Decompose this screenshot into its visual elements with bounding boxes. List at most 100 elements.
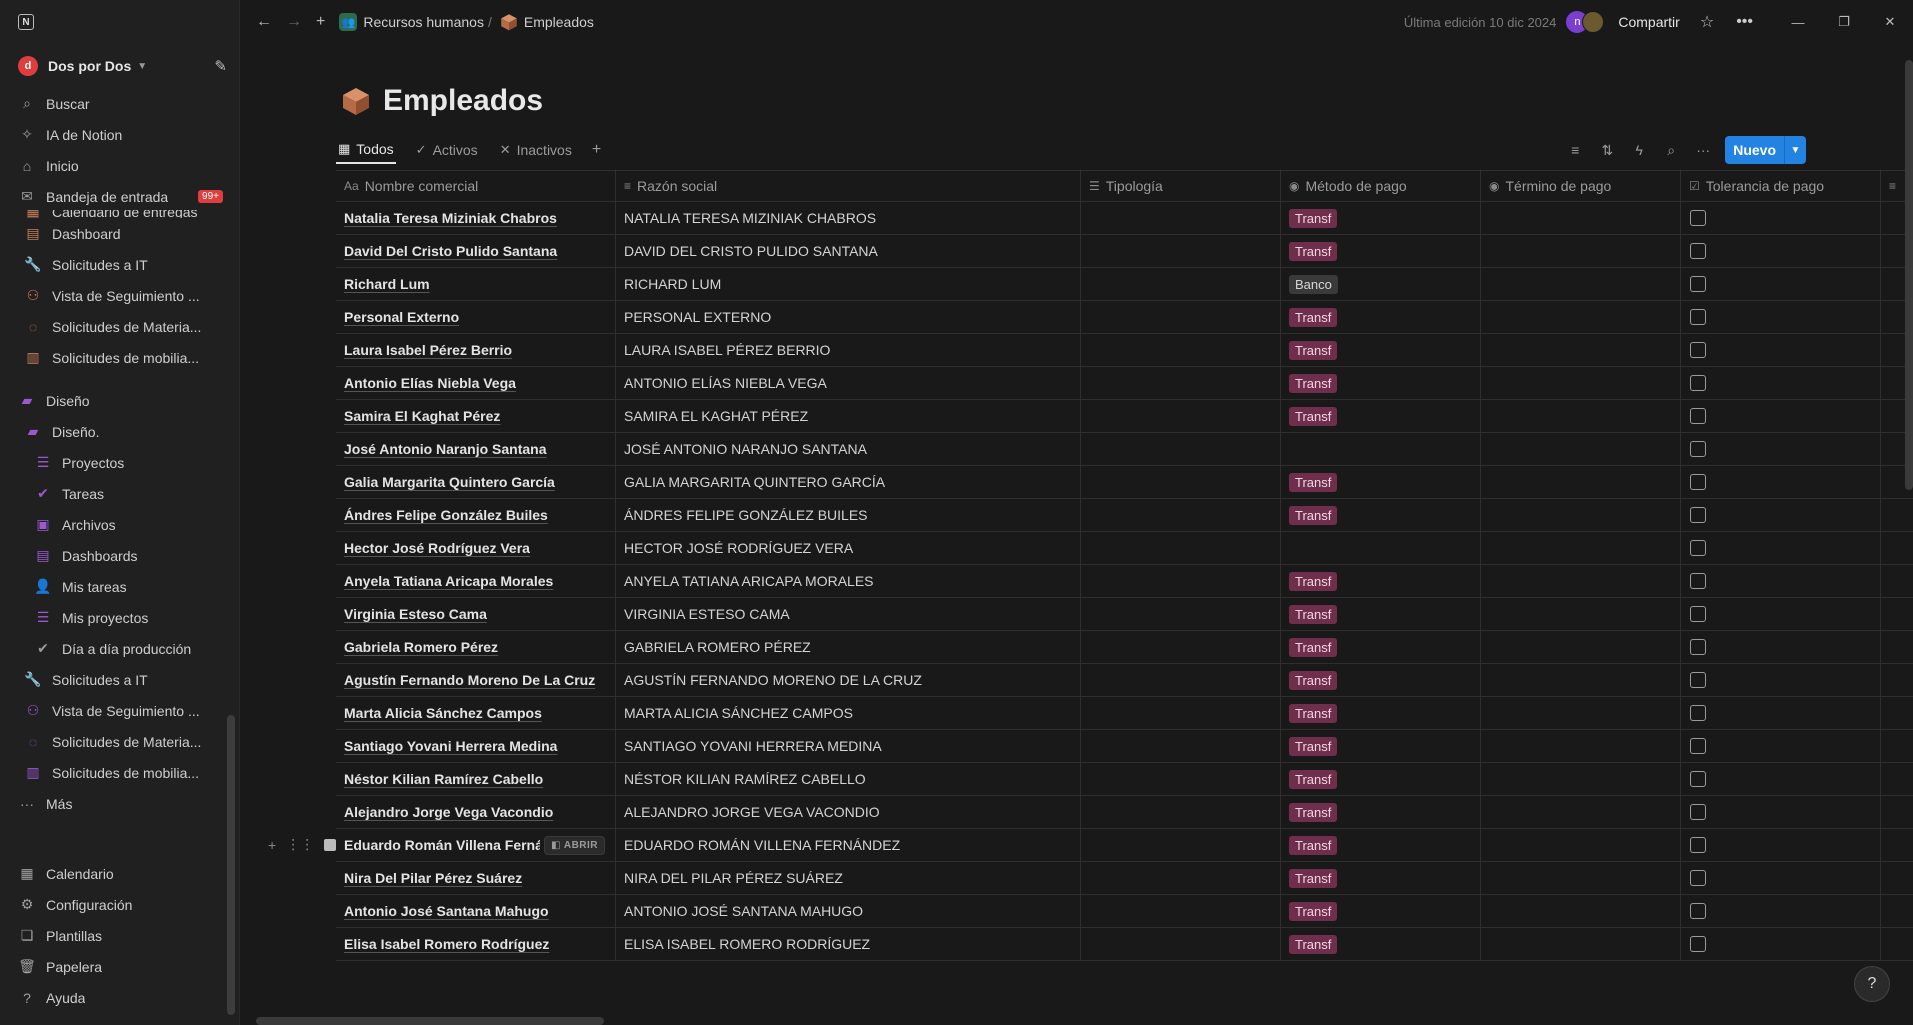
restore-icon[interactable]: ❐ bbox=[1821, 14, 1867, 30]
table-row[interactable]: Hector José Rodríguez Vera HECTOR JOSÉ RO… bbox=[336, 532, 1913, 565]
checkbox[interactable] bbox=[1690, 804, 1706, 820]
sidebar-scrollbar[interactable] bbox=[227, 715, 235, 1015]
cell-termino-pago[interactable] bbox=[1481, 466, 1681, 498]
notion-logo-icon[interactable]: N bbox=[18, 14, 34, 30]
cell-termino-pago[interactable] bbox=[1481, 796, 1681, 828]
cell-nombre[interactable]: Néstor Kilian Ramírez Cabello bbox=[336, 763, 616, 795]
cell-metodo-pago[interactable]: Transf bbox=[1281, 697, 1481, 729]
checkbox[interactable] bbox=[1690, 375, 1706, 391]
star-icon[interactable]: ☆ bbox=[1700, 12, 1714, 32]
cell-extra[interactable] bbox=[1881, 565, 1913, 597]
sidebar-item-bottom-0[interactable]: ▦ Calendario bbox=[0, 858, 240, 889]
cell-tipologia[interactable] bbox=[1081, 730, 1281, 762]
row-title[interactable]: Anyela Tatiana Aricapa Morales bbox=[344, 573, 553, 589]
cell-nombre[interactable]: Richard Lum bbox=[336, 268, 616, 300]
checkbox[interactable] bbox=[1690, 870, 1706, 886]
cell-tipologia[interactable] bbox=[1081, 796, 1281, 828]
cell-metodo-pago[interactable]: Transf bbox=[1281, 499, 1481, 531]
table-row[interactable]: Elisa Isabel Romero Rodríguez ELISA ISABE… bbox=[336, 928, 1913, 961]
cell-termino-pago[interactable] bbox=[1481, 235, 1681, 267]
cell-tipologia[interactable] bbox=[1081, 697, 1281, 729]
forward-arrow-icon[interactable]: → bbox=[286, 13, 302, 31]
cell-nombre[interactable]: José Antonio Naranjo Santana bbox=[336, 433, 616, 465]
column-header[interactable]: ≡ Razón social bbox=[616, 171, 1081, 201]
cell-tipologia[interactable] bbox=[1081, 301, 1281, 333]
drag-handle-icon[interactable]: ⋮⋮ bbox=[286, 836, 314, 853]
more-icon[interactable]: ··· bbox=[1695, 142, 1711, 158]
cell-razon-social[interactable]: LAURA ISABEL PÉREZ BERRIO bbox=[616, 334, 1081, 366]
sidebar-item-design-11[interactable]: ▥ Solicitudes de mobilia... bbox=[0, 757, 240, 788]
cell-termino-pago[interactable] bbox=[1481, 664, 1681, 696]
row-title[interactable]: Elisa Isabel Romero Rodríguez bbox=[344, 936, 549, 952]
cell-metodo-pago[interactable]: Transf bbox=[1281, 862, 1481, 894]
cell-nombre[interactable]: Natalia Teresa Miziniak Chabros bbox=[336, 202, 616, 234]
cell-extra[interactable] bbox=[1881, 796, 1913, 828]
breadcrumb-parent[interactable]: Recursos humanos bbox=[363, 14, 484, 30]
cell-metodo-pago[interactable]: Transf bbox=[1281, 598, 1481, 630]
cell-metodo-pago[interactable]: Transf bbox=[1281, 763, 1481, 795]
sidebar-item-tree-4[interactable]: ▥ Solicitudes de mobilia... bbox=[0, 342, 240, 373]
cell-extra[interactable] bbox=[1881, 763, 1913, 795]
cell-metodo-pago[interactable]: Transf bbox=[1281, 367, 1481, 399]
column-header[interactable]: ◉ Método de pago bbox=[1281, 171, 1481, 201]
cell-termino-pago[interactable] bbox=[1481, 565, 1681, 597]
cell-metodo-pago[interactable]: Transf bbox=[1281, 235, 1481, 267]
sidebar-item-design-10[interactable]: ◌ Solicitudes de Materia... bbox=[0, 726, 240, 757]
cell-razon-social[interactable]: ELISA ISABEL ROMERO RODRÍGUEZ bbox=[616, 928, 1081, 960]
cell-razon-social[interactable]: NATALIA TERESA MIZINIAK CHABROS bbox=[616, 202, 1081, 234]
table-row[interactable]: Néstor Kilian Ramírez Cabello NÉSTOR KILI… bbox=[336, 763, 1913, 796]
checkbox[interactable] bbox=[1690, 540, 1706, 556]
back-arrow-icon[interactable]: ← bbox=[256, 13, 272, 31]
cell-nombre[interactable]: David Del Cristo Pulido Santana bbox=[336, 235, 616, 267]
column-header[interactable]: ◉ Término de pago bbox=[1481, 171, 1681, 201]
cell-extra[interactable] bbox=[1881, 928, 1913, 960]
cell-nombre[interactable]: Laura Isabel Pérez Berrio bbox=[336, 334, 616, 366]
row-title[interactable]: Gabriela Romero Pérez bbox=[344, 639, 498, 655]
cell-razon-social[interactable]: HECTOR JOSÉ RODRÍGUEZ VERA bbox=[616, 532, 1081, 564]
cell-metodo-pago[interactable]: Transf bbox=[1281, 730, 1481, 762]
plus-icon[interactable]: + bbox=[316, 13, 325, 31]
cell-nombre[interactable]: Ándres Felipe González Builes bbox=[336, 499, 616, 531]
cell-termino-pago[interactable] bbox=[1481, 730, 1681, 762]
filter-icon[interactable]: ≡ bbox=[1567, 142, 1583, 158]
cell-tipologia[interactable] bbox=[1081, 367, 1281, 399]
sidebar-item-tree-3[interactable]: ◌ Solicitudes de Materia... bbox=[0, 311, 240, 342]
automation-icon[interactable]: ϟ bbox=[1631, 142, 1647, 158]
cell-razon-social[interactable]: DAVID DEL CRISTO PULIDO SANTANA bbox=[616, 235, 1081, 267]
cell-razon-social[interactable]: GABRIELA ROMERO PÉREZ bbox=[616, 631, 1081, 663]
cell-tipologia[interactable] bbox=[1081, 202, 1281, 234]
column-header[interactable]: ☰ Tipología bbox=[1081, 171, 1281, 201]
row-title[interactable]: Alejandro Jorge Vega Vacondio bbox=[344, 804, 553, 820]
cell-metodo-pago[interactable]: Transf bbox=[1281, 829, 1481, 861]
cell-tipologia[interactable] bbox=[1081, 829, 1281, 861]
cell-tipologia[interactable] bbox=[1081, 532, 1281, 564]
table-row[interactable]: Richard Lum RICHARD LUM Banco bbox=[336, 268, 1913, 301]
sidebar-item-tree-2[interactable]: ⚇ Vista de Seguimiento ... bbox=[0, 280, 240, 311]
sidebar-item-design-1[interactable]: ☰ Proyectos bbox=[0, 447, 240, 478]
vertical-scrollbar[interactable] bbox=[1905, 60, 1913, 490]
table-row[interactable]: Personal Externo PERSONAL EXTERNO Transf bbox=[336, 301, 1913, 334]
cell-metodo-pago[interactable] bbox=[1281, 532, 1481, 564]
cell-metodo-pago[interactable]: Transf bbox=[1281, 334, 1481, 366]
table-row[interactable]: Santiago Yovani Herrera Medina SANTIAGO Y… bbox=[336, 730, 1913, 763]
box-icon[interactable] bbox=[341, 86, 371, 116]
cell-extra[interactable] bbox=[1881, 499, 1913, 531]
cell-nombre[interactable]: Marta Alicia Sánchez Campos bbox=[336, 697, 616, 729]
row-select-icon[interactable] bbox=[324, 838, 337, 851]
row-title[interactable]: Virginia Esteso Cama bbox=[344, 606, 487, 622]
cell-termino-pago[interactable] bbox=[1481, 301, 1681, 333]
sidebar-item-nav-0[interactable]: ⌕ Buscar bbox=[0, 88, 239, 119]
more-icon[interactable]: ••• bbox=[1736, 13, 1753, 31]
cell-tipologia[interactable] bbox=[1081, 598, 1281, 630]
checkbox[interactable] bbox=[1690, 639, 1706, 655]
sidebar-item-design-5[interactable]: 👤 Mis tareas bbox=[0, 571, 240, 602]
sidebar-item-nav-1[interactable]: ✧ IA de Notion bbox=[0, 119, 239, 150]
sidebar-item-design-2[interactable]: ✔ Tareas bbox=[0, 478, 240, 509]
row-title[interactable]: Personal Externo bbox=[344, 309, 459, 325]
breadcrumb-current[interactable]: Empleados bbox=[524, 14, 594, 30]
horizontal-scrollbar[interactable] bbox=[256, 1017, 604, 1025]
sidebar-item-design-0[interactable]: ▰ Diseño. bbox=[0, 416, 240, 447]
row-title[interactable]: Samira El Kaghat Pérez bbox=[344, 408, 500, 424]
checkbox[interactable] bbox=[1690, 837, 1706, 853]
cell-razon-social[interactable]: PERSONAL EXTERNO bbox=[616, 301, 1081, 333]
